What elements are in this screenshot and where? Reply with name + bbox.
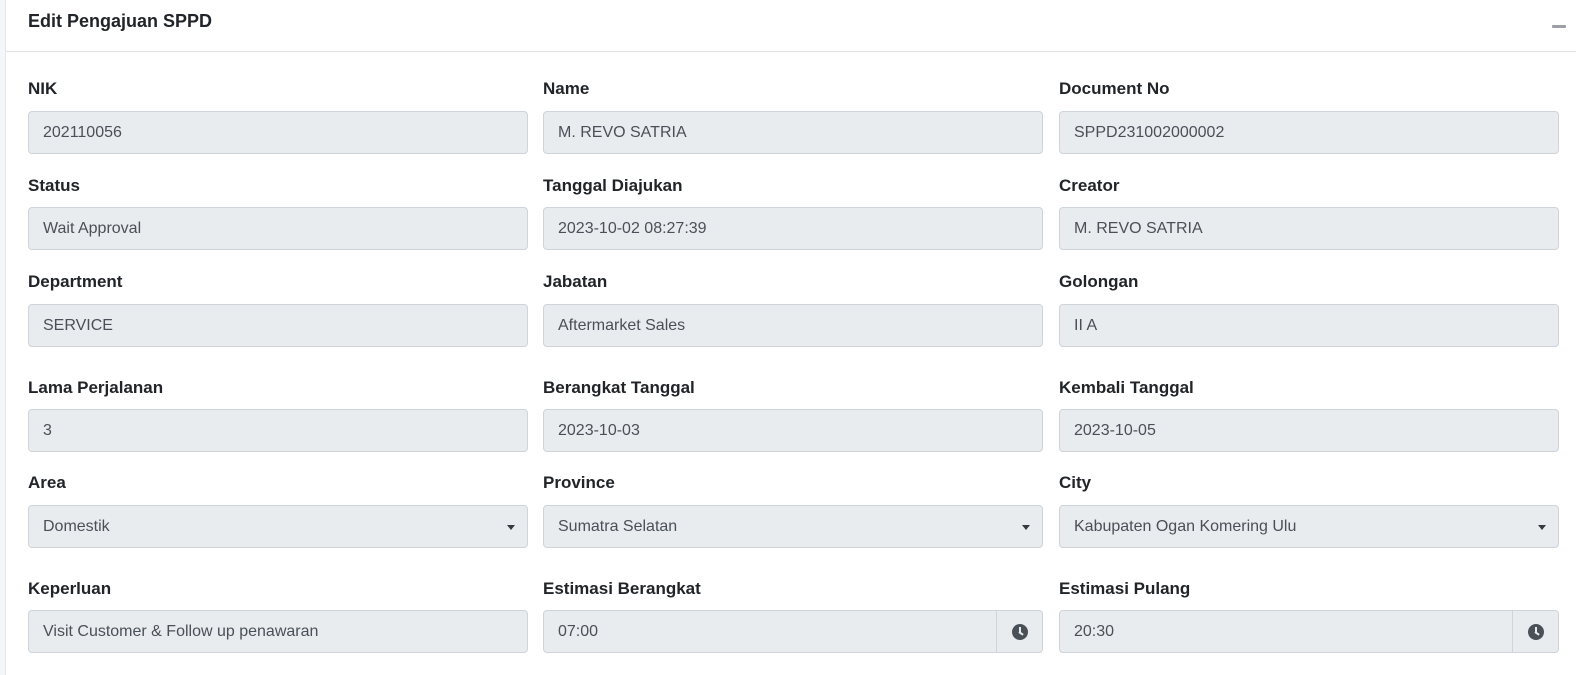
lama-perjalanan-group: Lama Perjalanan 3 — [28, 377, 528, 452]
estimasi-pulang-input[interactable]: 20:30 — [1059, 610, 1559, 653]
name-input[interactable]: M. REVO SATRIA — [543, 111, 1043, 154]
berangkat-tanggal-group: Berangkat Tanggal 2023-10-03 — [543, 377, 1043, 452]
keperluan-group: Keperluan Visit Customer & Follow up pen… — [28, 578, 528, 653]
berangkat-tanggal-label: Berangkat Tanggal — [543, 378, 695, 397]
estimasi-pulang-group: Estimasi Pulang 20:30 — [1059, 578, 1559, 653]
status-input[interactable]: Wait Approval — [28, 207, 528, 250]
city-select[interactable]: Kabupaten Ogan Komering Ulu — [1059, 505, 1559, 548]
berangkat-tanggal-input[interactable]: 2023-10-03 — [543, 409, 1043, 452]
area-label: Area — [28, 473, 66, 492]
estimasi-berangkat-input[interactable]: 07:00 — [543, 610, 1043, 653]
area-select[interactable]: Domestik — [28, 505, 528, 548]
caret-down-icon — [1022, 525, 1030, 530]
golongan-input[interactable]: II A — [1059, 304, 1559, 347]
estimasi-berangkat-value: 07:00 — [558, 623, 599, 640]
kembali-tanggal-input[interactable]: 2023-10-05 — [1059, 409, 1559, 452]
time-picker-button[interactable] — [996, 611, 1042, 652]
estimasi-pulang-label: Estimasi Pulang — [1059, 579, 1191, 598]
nik-label: NIK — [28, 79, 58, 98]
kembali-tanggal-label: Kembali Tanggal — [1059, 378, 1194, 397]
city-label: City — [1059, 473, 1092, 492]
card-title: Edit Pengajuan SPPD — [28, 11, 213, 31]
nik-group: NIK 202110056 — [28, 78, 528, 154]
keperluan-input[interactable]: Visit Customer & Follow up penawaran — [28, 610, 528, 653]
lama-perjalanan-input[interactable]: 3 — [28, 409, 528, 452]
province-label: Province — [543, 473, 615, 492]
tanggal-diajukan-group: Tanggal Diajukan 2023-10-02 08:27:39 — [543, 175, 1043, 250]
creator-label: Creator — [1059, 176, 1120, 195]
creator-input[interactable]: M. REVO SATRIA — [1059, 207, 1559, 250]
golongan-label: Golongan — [1059, 272, 1139, 291]
department-group: Department SERVICE — [28, 271, 528, 347]
lama-perjalanan-label: Lama Perjalanan — [28, 378, 164, 397]
tanggal-diajukan-input[interactable]: 2023-10-02 08:27:39 — [543, 207, 1043, 250]
tanggal-diajukan-label: Tanggal Diajukan — [543, 176, 683, 195]
province-selected-value: Sumatra Selatan — [558, 518, 678, 535]
name-group: Name M. REVO SATRIA — [543, 78, 1043, 154]
department-input[interactable]: SERVICE — [28, 304, 528, 347]
estimasi-berangkat-group: Estimasi Berangkat 07:00 — [543, 578, 1043, 653]
city-group: City Kabupaten Ogan Komering Ulu — [1059, 472, 1559, 548]
edit-sppd-card: Edit Pengajuan SPPD NIK 202110056 Name M… — [5, 0, 1576, 675]
document-no-input[interactable]: SPPD231002000002 — [1059, 111, 1559, 154]
creator-group: Creator M. REVO SATRIA — [1059, 175, 1559, 250]
clock-icon — [1011, 623, 1028, 640]
card-header: Edit Pengajuan SPPD — [6, 0, 1576, 52]
estimasi-berangkat-label: Estimasi Berangkat — [543, 579, 701, 598]
caret-down-icon — [1538, 525, 1546, 530]
document-no-label: Document No — [1059, 79, 1170, 98]
clock-icon — [1527, 623, 1544, 640]
document-no-group: Document No SPPD231002000002 — [1059, 78, 1559, 154]
collapse-button[interactable] — [1550, 18, 1568, 32]
nik-input[interactable]: 202110056 — [28, 111, 528, 154]
area-group: Area Domestik — [28, 472, 528, 548]
time-picker-button[interactable] — [1512, 611, 1558, 652]
city-selected-value: Kabupaten Ogan Komering Ulu — [1074, 518, 1297, 535]
area-selected-value: Domestik — [43, 518, 110, 535]
jabatan-label: Jabatan — [543, 272, 608, 291]
caret-down-icon — [507, 525, 515, 530]
status-label: Status — [28, 176, 80, 195]
status-group: Status Wait Approval — [28, 175, 528, 250]
minus-icon — [1552, 25, 1566, 28]
kembali-tanggal-group: Kembali Tanggal 2023-10-05 — [1059, 377, 1559, 452]
jabatan-input[interactable]: Aftermarket Sales — [543, 304, 1043, 347]
department-label: Department — [28, 272, 123, 291]
province-select[interactable]: Sumatra Selatan — [543, 505, 1043, 548]
keperluan-label: Keperluan — [28, 579, 112, 598]
golongan-group: Golongan II A — [1059, 271, 1559, 347]
jabatan-group: Jabatan Aftermarket Sales — [543, 271, 1043, 347]
province-group: Province Sumatra Selatan — [543, 472, 1043, 548]
estimasi-pulang-value: 20:30 — [1074, 623, 1115, 640]
name-label: Name — [543, 79, 590, 98]
